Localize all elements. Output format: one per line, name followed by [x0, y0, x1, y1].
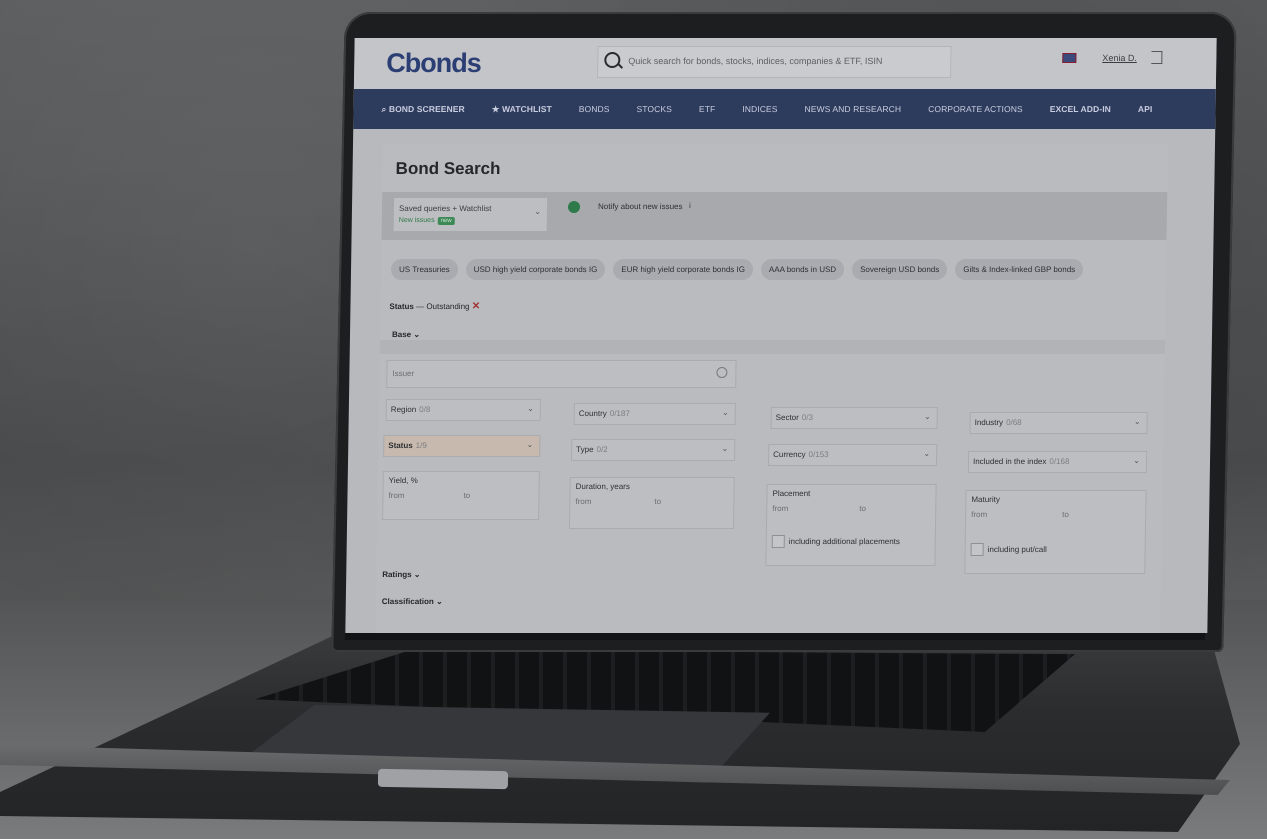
- duration-range: Duration, years from to: [568, 477, 735, 529]
- chevron-down-icon: ⌄: [721, 444, 729, 453]
- preset-chip[interactable]: USD high yield corporate bonds IG: [465, 259, 606, 280]
- status-select[interactable]: Status 1/9 ⌄: [383, 435, 541, 457]
- industry-select[interactable]: Industry 0/68 ⌄: [969, 412, 1148, 434]
- bond-search-page: Bond Search Saved queries + Watchlist Ne…: [375, 144, 1169, 633]
- chevron-down-icon: ⌄: [534, 207, 542, 216]
- preset-chip[interactable]: Gilts & Index-linked GBP bonds: [955, 259, 1084, 280]
- preset-chip[interactable]: US Treasuries: [390, 259, 458, 280]
- preset-chip[interactable]: Sovereign USD bonds: [851, 259, 948, 280]
- country-select[interactable]: Country 0/187 ⌄: [573, 403, 736, 425]
- additional-placements-checkbox[interactable]: [771, 535, 785, 548]
- put-call-label: including put/call: [987, 545, 1047, 554]
- base-section-toggle[interactable]: Base ⌄: [392, 330, 420, 339]
- classification-section-toggle[interactable]: Classification ⌄: [382, 597, 443, 606]
- new-issues-label: New issues new: [399, 217, 455, 225]
- new-badge: new: [437, 217, 455, 225]
- preset-chip[interactable]: EUR high yield corporate bonds IG: [613, 259, 754, 280]
- search-icon: [716, 367, 728, 378]
- maturity-from-input[interactable]: from: [971, 510, 987, 519]
- yield-range: Yield, % from to: [382, 471, 540, 520]
- active-status-filter: Status — Outstanding ✕: [389, 301, 481, 312]
- cbonds-logo[interactable]: Cbonds: [386, 48, 481, 79]
- site-header: Cbonds Quick search for bonds, stocks, i…: [353, 38, 1217, 89]
- put-call-checkbox[interactable]: [970, 543, 984, 556]
- notify-label: Notify about new issues: [597, 202, 683, 211]
- nav-api[interactable]: API: [1138, 104, 1153, 114]
- chevron-down-icon: ⌄: [526, 440, 534, 449]
- placement-from-input[interactable]: from: [772, 504, 788, 513]
- chevron-down-icon: ⌄: [923, 449, 931, 458]
- region-select[interactable]: Region 0/8 ⌄: [385, 399, 542, 421]
- logout-icon[interactable]: [1151, 51, 1163, 64]
- placement-range: Placement from to including additional p…: [765, 484, 937, 566]
- remove-filter-icon[interactable]: ✕: [472, 301, 481, 312]
- issuer-placeholder: Issuer: [392, 369, 415, 378]
- issuer-input[interactable]: Issuer: [386, 360, 737, 388]
- placement-to-input[interactable]: to: [859, 504, 866, 513]
- type-select[interactable]: Type 0/2 ⌄: [571, 439, 736, 461]
- main-nav: ⌕ BOND SCREENER ★ WATCHLIST BONDS STOCKS…: [353, 89, 1216, 129]
- preset-chip[interactable]: AAA bonds in USD: [760, 259, 845, 280]
- nav-etf[interactable]: ETF: [699, 104, 716, 114]
- chevron-down-icon: ⌄: [527, 404, 534, 413]
- nav-stocks[interactable]: STOCKS: [636, 104, 672, 114]
- preset-chips: US Treasuries USD high yield corporate b…: [390, 259, 1084, 280]
- saved-queries-label: Saved queries + Watchlist: [398, 204, 492, 213]
- maturity-to-input[interactable]: to: [1062, 510, 1069, 519]
- yield-from-input[interactable]: from: [388, 491, 404, 500]
- nav-corporate-actions[interactable]: CORPORATE ACTIONS: [928, 104, 1023, 114]
- index-select[interactable]: Included in the index 0/168 ⌄: [967, 451, 1148, 473]
- nav-news-research[interactable]: NEWS AND RESEARCH: [804, 104, 901, 114]
- duration-to-input[interactable]: to: [654, 497, 661, 506]
- duration-from-input[interactable]: from: [575, 497, 591, 506]
- laptop-screen: Cbonds Quick search for bonds, stocks, i…: [345, 38, 1217, 633]
- currency-select[interactable]: Currency 0/153 ⌄: [767, 444, 938, 466]
- notify-toggle[interactable]: [567, 201, 581, 213]
- search-icon: [604, 52, 621, 68]
- additional-placements-label: including additional placements: [788, 537, 901, 546]
- nav-excel-addin[interactable]: EXCEL ADD-IN: [1050, 104, 1111, 114]
- maturity-range: Maturity from to including put/call: [964, 490, 1147, 574]
- yield-to-input[interactable]: to: [463, 491, 470, 500]
- nav-bond-screener[interactable]: ⌕ BOND SCREENER: [381, 104, 464, 115]
- chevron-down-icon: ⌄: [1133, 417, 1141, 426]
- quick-search-input[interactable]: Quick search for bonds, stocks, indices,…: [597, 46, 952, 78]
- chevron-down-icon: ⌄: [923, 412, 931, 421]
- nav-indices[interactable]: INDICES: [742, 104, 777, 114]
- page-title: Bond Search: [395, 159, 501, 178]
- nav-watchlist[interactable]: ★ WATCHLIST: [492, 104, 552, 115]
- sector-select[interactable]: Sector 0/3 ⌄: [770, 407, 938, 429]
- chevron-down-icon: ⌄: [1133, 456, 1141, 465]
- base-section-bar: [379, 340, 1165, 354]
- saved-queries-bar: Saved queries + Watchlist New issues new …: [381, 192, 1168, 240]
- nav-bonds[interactable]: BONDS: [579, 104, 610, 114]
- info-icon[interactable]: i: [689, 201, 691, 210]
- chevron-down-icon: ⌄: [722, 408, 729, 417]
- ratings-section-toggle[interactable]: Ratings ⌄: [382, 570, 420, 579]
- user-name-link[interactable]: Xenia D.: [1102, 53, 1137, 63]
- uk-flag-icon[interactable]: [1062, 53, 1077, 63]
- search-placeholder: Quick search for bonds, stocks, indices,…: [628, 56, 883, 66]
- laptop-opening-notch: [377, 768, 509, 790]
- saved-queries-dropdown[interactable]: Saved queries + Watchlist New issues new …: [393, 198, 548, 231]
